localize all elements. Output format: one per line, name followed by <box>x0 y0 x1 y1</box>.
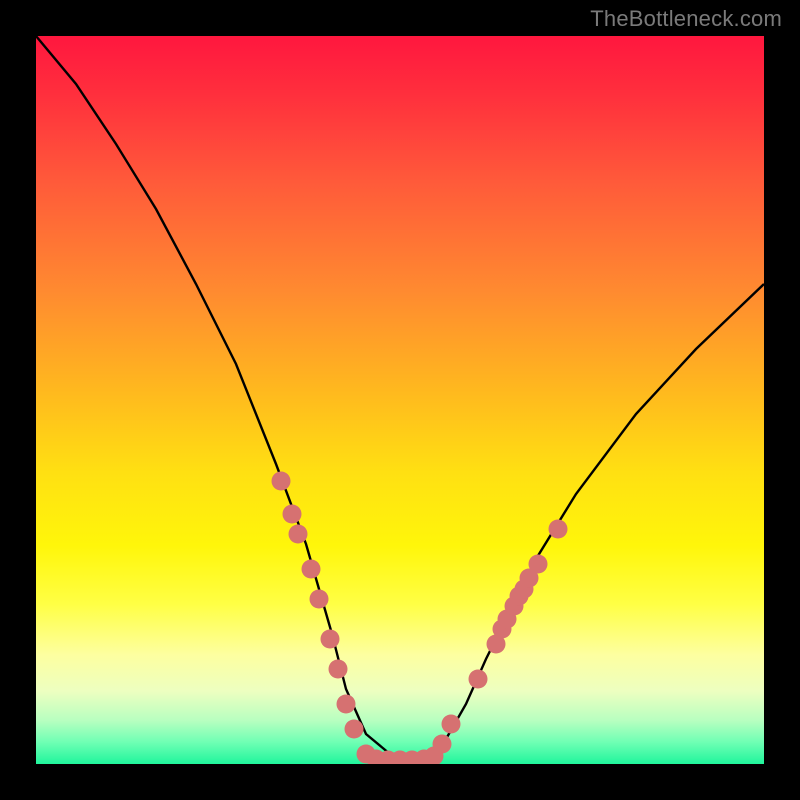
chart-frame: TheBottleneck.com <box>0 0 800 800</box>
data-point <box>272 472 291 491</box>
data-point <box>469 670 488 689</box>
curve-overlay <box>36 36 764 764</box>
data-point <box>321 630 340 649</box>
bottleneck-curve <box>36 36 764 759</box>
data-markers <box>272 472 568 765</box>
plot-area <box>36 36 764 764</box>
data-point <box>310 590 329 609</box>
watermark-text: TheBottleneck.com <box>590 6 782 32</box>
data-point <box>345 720 364 739</box>
data-point <box>337 695 356 714</box>
data-point <box>283 505 302 524</box>
data-point <box>549 520 568 539</box>
data-point <box>329 660 348 679</box>
data-point <box>302 560 321 579</box>
data-point <box>289 525 308 544</box>
data-point <box>433 735 452 754</box>
data-point <box>529 555 548 574</box>
data-point <box>442 715 461 734</box>
